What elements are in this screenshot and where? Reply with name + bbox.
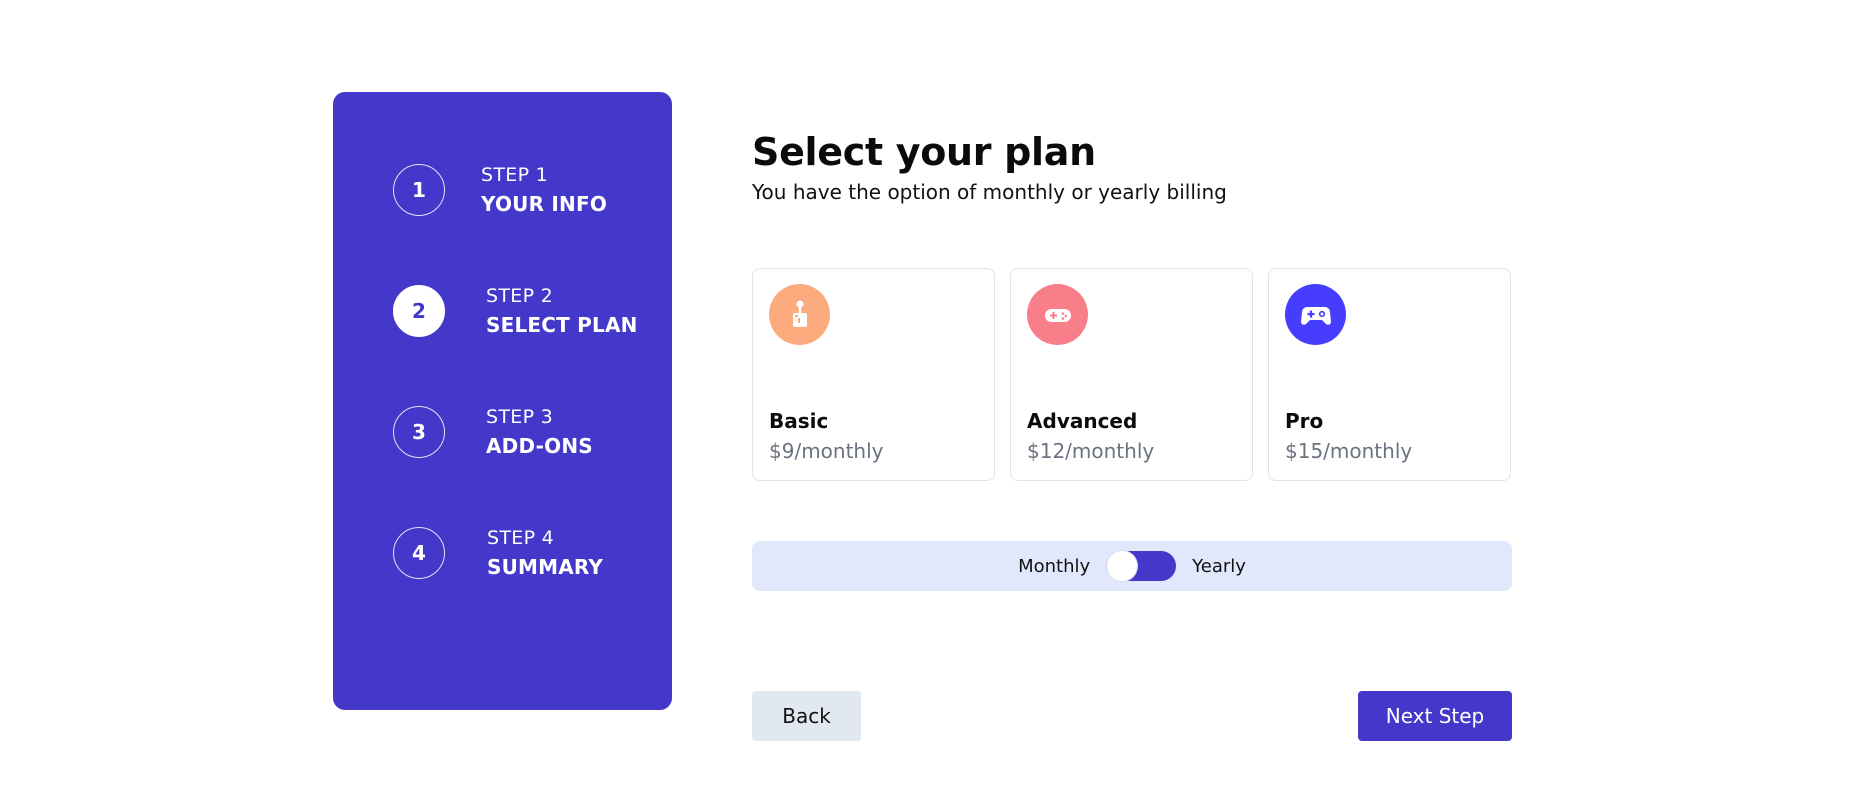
step-number-4: 4 [393,527,445,579]
step-number-1: 1 [393,164,445,216]
next-step-button[interactable]: Next Step [1358,691,1512,741]
plan-name: Pro [1285,409,1324,433]
plan-name: Advanced [1027,409,1138,433]
plan-price: $12/monthly [1027,439,1155,463]
step-title-1: YOUR INFO [481,192,608,216]
plan-card-basic[interactable]: Basic $9/monthly [752,268,995,481]
step-title-4: SUMMARY [487,555,604,579]
step-item-2: 2 STEP 2 SELECT PLAN [393,284,638,338]
step-label-2: STEP 2 [486,285,554,307]
arcade-joystick-icon [769,284,830,345]
steps-sidebar: 1 STEP 1 YOUR INFO 2 STEP 2 SELECT PLAN … [333,92,672,710]
step-number-2: 2 [393,285,445,337]
step-number-3: 3 [393,406,445,458]
step-title-2: SELECT PLAN [486,313,638,337]
page-subtitle: You have the option of monthly or yearly… [752,180,1227,204]
plan-price: $15/monthly [1285,439,1413,463]
plan-name: Basic [769,409,829,433]
step-item-4: 4 STEP 4 SUMMARY [393,526,603,580]
step-item-1: 1 STEP 1 YOUR INFO [393,163,607,217]
step-item-3: 3 STEP 3 ADD-ONS [393,405,593,459]
plan-card-advanced[interactable]: Advanced $12/monthly [1010,268,1253,481]
monthly-label[interactable]: Monthly [1018,556,1090,577]
plan-options: Basic $9/monthly Advanced $12/monthly Pr… [752,268,1512,481]
yearly-label[interactable]: Yearly [1192,556,1246,577]
step-label-4: STEP 4 [487,527,555,549]
page-title: Select your plan [752,130,1096,174]
billing-toggle-bar: Monthly Yearly [752,541,1512,591]
toggle-knob [1107,551,1138,581]
step-label-1: STEP 1 [481,164,549,186]
step-title-3: ADD-ONS [486,434,593,458]
billing-toggle-switch[interactable] [1106,551,1177,581]
back-button[interactable]: Back [752,691,861,741]
plan-card-pro[interactable]: Pro $15/monthly [1268,268,1511,481]
plan-selection-panel: Select your plan You have the option of … [752,92,1512,752]
controller-icon [1285,284,1346,345]
gamepad-icon [1027,284,1088,345]
multi-step-form: 1 STEP 1 YOUR INFO 2 STEP 2 SELECT PLAN … [0,0,1863,789]
step-label-3: STEP 3 [486,406,554,428]
plan-price: $9/monthly [769,439,884,463]
